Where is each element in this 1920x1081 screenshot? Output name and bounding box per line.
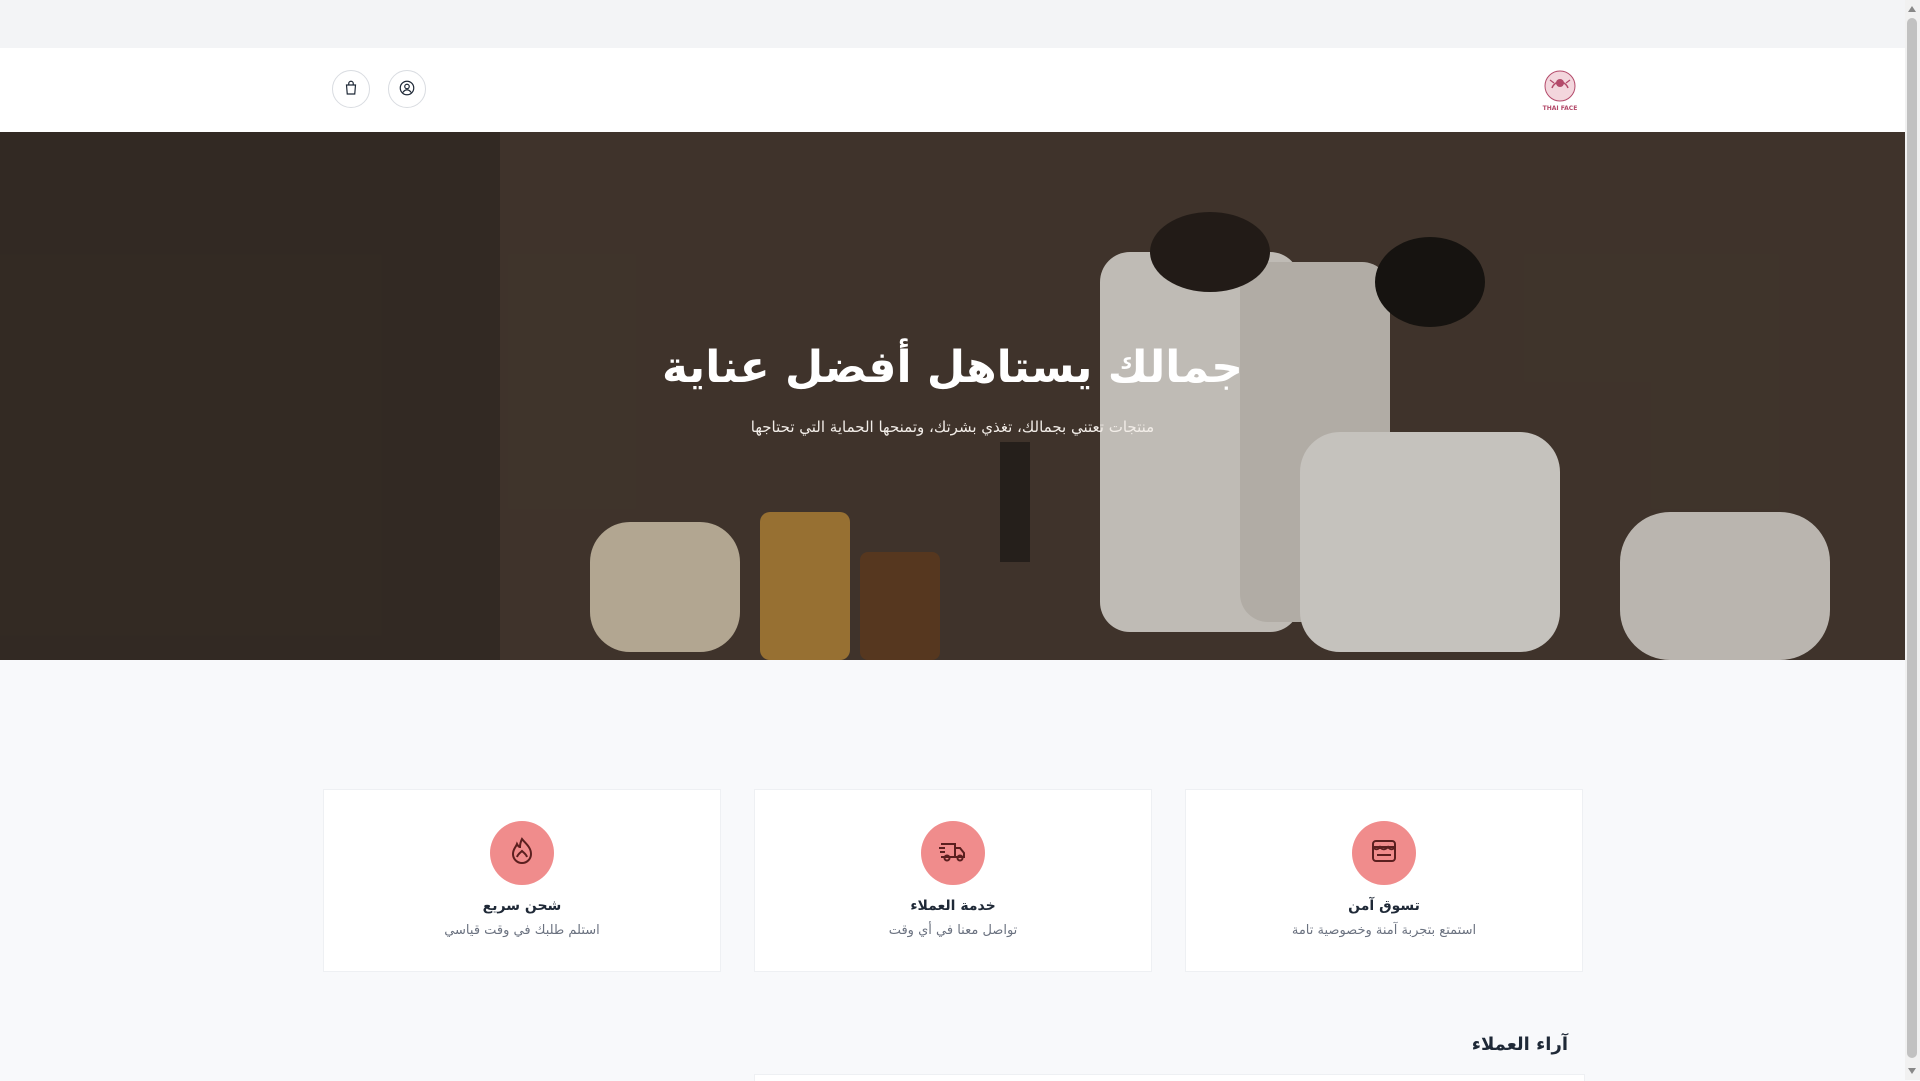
flame-icon xyxy=(506,835,538,871)
hero-title: جمالك يستاهل أفضل عناية xyxy=(661,342,1243,393)
feature-card-fast-shipping: شحن سريع استلم طلبك في وقت قياسي xyxy=(323,789,721,972)
reviews-heading: آراء العملاء xyxy=(1471,1034,1568,1055)
feature-title: تسوق آمن xyxy=(1348,898,1420,914)
scroll-down-icon[interactable] xyxy=(1908,1068,1916,1074)
features-section: تسوق آمن استمتع بتجربة آمنة وخصوصية تامة… xyxy=(323,789,1583,972)
truck-icon xyxy=(937,835,969,871)
brand-logo[interactable]: THAI FACE xyxy=(1538,68,1582,112)
hero-subtitle: منتجات تعتني بجمالك، تغذي بشرتك، وتمنحها… xyxy=(750,418,1155,436)
account-button[interactable] xyxy=(388,70,426,108)
browser-top-strip xyxy=(0,0,1905,48)
feature-icon-circle xyxy=(490,821,554,885)
user-icon xyxy=(398,79,416,100)
feature-title: شحن سريع xyxy=(482,898,562,914)
store-icon xyxy=(1368,835,1400,871)
feature-card-customer-service: خدمة العملاء تواصل معنا في أي وقت xyxy=(754,789,1152,972)
hero-banner: جمالك يستاهل أفضل عناية منتجات تعتني بجم… xyxy=(0,132,1905,660)
logo-text: THAI FACE xyxy=(1543,105,1578,112)
scroll-up-icon[interactable] xyxy=(1908,6,1916,12)
feature-subtitle: استلم طلبك في وقت قياسي xyxy=(444,923,600,938)
feature-icon-circle xyxy=(1352,821,1416,885)
feature-icon-circle xyxy=(921,821,985,885)
feature-subtitle: استمتع بتجربة آمنة وخصوصية تامة xyxy=(1291,923,1477,938)
feature-card-secure-shopping: تسوق آمن استمتع بتجربة آمنة وخصوصية تامة xyxy=(1185,789,1583,972)
shopping-bag-icon xyxy=(342,79,360,100)
site-header: THAI FACE xyxy=(0,48,1905,133)
scrollbar-thumb[interactable] xyxy=(1907,18,1917,1058)
cart-button[interactable] xyxy=(332,70,370,108)
feature-subtitle: تواصل معنا في أي وقت xyxy=(888,923,1018,938)
feature-title: خدمة العملاء xyxy=(910,898,996,914)
